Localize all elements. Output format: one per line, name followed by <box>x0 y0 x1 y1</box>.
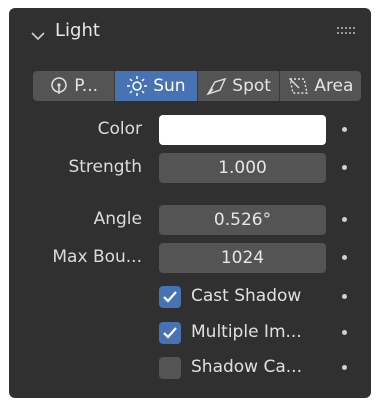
shadow-caustics-label: Shadow Ca... <box>191 357 302 377</box>
shadow-caustics-row[interactable]: Shadow Ca... <box>9 352 371 384</box>
keyframe-dot-icon[interactable] <box>342 127 347 132</box>
chevron-down-icon[interactable] <box>31 26 45 45</box>
multiple-importance-row[interactable]: Multiple Im... <box>9 317 371 349</box>
light-type-spot-button[interactable]: Spot <box>197 71 280 101</box>
sun-light-icon <box>126 75 148 97</box>
shadow-caustics-checkbox[interactable] <box>159 357 181 379</box>
light-panel: Light P... Sun Spot Area Color Strength … <box>9 8 371 398</box>
light-type-label: Area <box>314 76 354 96</box>
keyframe-dot-icon[interactable] <box>342 330 347 335</box>
panel-header[interactable]: Light <box>9 8 371 56</box>
light-type-point-button[interactable]: P... <box>33 71 116 101</box>
color-swatch[interactable] <box>159 115 326 145</box>
angle-field[interactable]: 0.526° <box>159 205 326 235</box>
angle-row: Angle 0.526° <box>9 204 371 236</box>
point-light-icon <box>49 76 69 96</box>
area-light-icon <box>287 76 309 96</box>
keyframe-dot-icon[interactable] <box>342 217 347 222</box>
color-label: Color <box>97 119 142 139</box>
light-type-sun-button[interactable]: Sun <box>115 71 198 101</box>
panel-title: Light <box>55 20 100 41</box>
multiple-importance-checkbox[interactable] <box>159 322 181 344</box>
color-row: Color <box>9 114 371 146</box>
strength-field[interactable]: 1.000 <box>159 153 326 183</box>
keyframe-dot-icon[interactable] <box>342 165 347 170</box>
strength-label: Strength <box>68 157 142 177</box>
cast-shadow-row[interactable]: Cast Shadow <box>9 281 371 313</box>
keyframe-dot-icon[interactable] <box>342 365 347 370</box>
angle-label: Angle <box>93 209 142 229</box>
multiple-importance-label: Multiple Im... <box>191 322 302 342</box>
light-type-area-button[interactable]: Area <box>279 71 361 101</box>
spot-light-icon <box>205 76 227 96</box>
strength-row: Strength 1.000 <box>9 152 371 184</box>
cast-shadow-label: Cast Shadow <box>191 286 302 306</box>
grip-dots-icon[interactable] <box>337 27 357 37</box>
keyframe-dot-icon[interactable] <box>342 294 347 299</box>
cast-shadow-checkbox[interactable] <box>159 286 181 308</box>
light-type-selector: P... Sun Spot Area <box>33 71 361 101</box>
keyframe-dot-icon[interactable] <box>342 255 347 260</box>
light-type-label: Spot <box>232 76 271 96</box>
light-type-label: P... <box>74 76 99 96</box>
max-bounces-row: Max Bou... 1024 <box>9 242 371 274</box>
max-bounces-label: Max Bou... <box>52 247 142 267</box>
max-bounces-field[interactable]: 1024 <box>159 243 326 273</box>
light-type-label: Sun <box>153 76 186 96</box>
